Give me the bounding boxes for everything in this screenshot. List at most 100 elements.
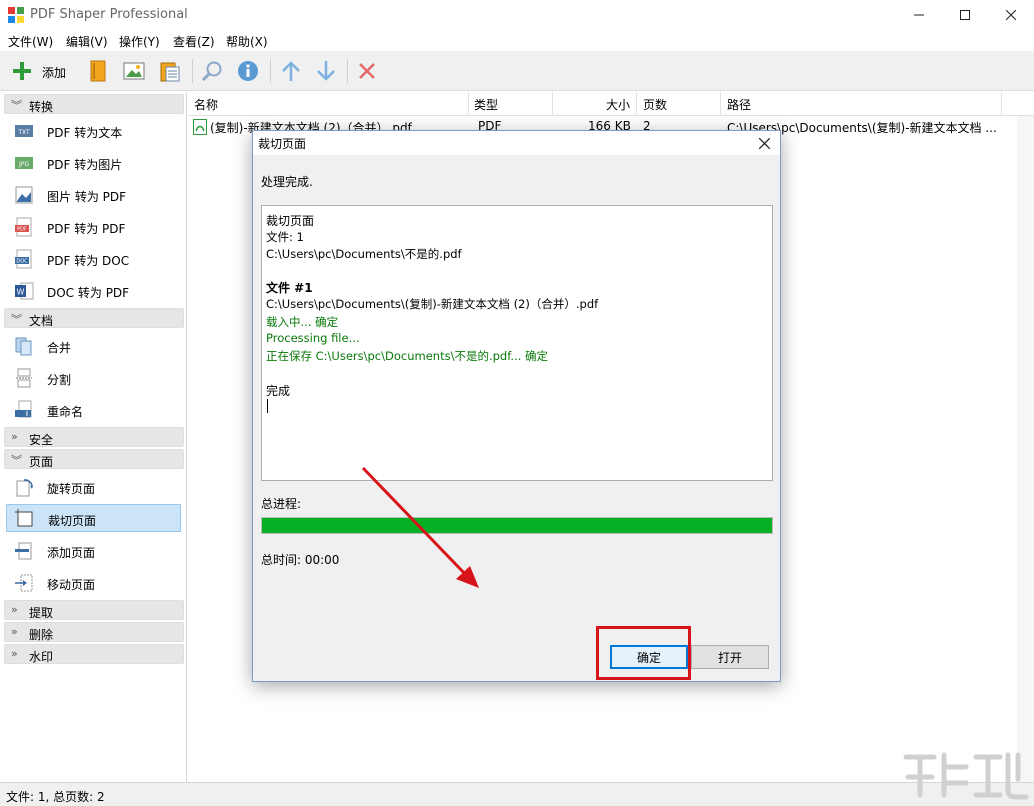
- sidebar-item-label: PDF 转为 PDF: [47, 222, 126, 236]
- chevron-down-icon: ︾: [11, 454, 22, 467]
- move-up-button[interactable]: [277, 57, 305, 85]
- section-watermark[interactable]: » 水印: [4, 644, 184, 664]
- maximize-icon: [960, 10, 970, 20]
- chevron-right-icon: »: [11, 603, 18, 616]
- open-button[interactable]: 打开: [691, 645, 769, 669]
- crop-pages-dialog: 裁切页面 处理完成. 裁切页面 文件: 1 C:\Users\pc\Docume…: [252, 130, 781, 682]
- sidebar-item-crop-pages[interactable]: 裁切页面: [6, 504, 181, 532]
- log-line: Processing file...: [266, 331, 360, 345]
- svg-text:W: W: [17, 288, 25, 297]
- pdf-file-icon: [193, 119, 207, 135]
- progress-bar: [261, 517, 773, 534]
- dialog-close-button[interactable]: [749, 131, 779, 155]
- log-output[interactable]: 裁切页面 文件: 1 C:\Users\pc\Documents\不是的.pdf…: [261, 205, 773, 481]
- section-document[interactable]: ︾ 文档: [4, 308, 184, 328]
- paste-button[interactable]: [156, 57, 184, 85]
- image-button[interactable]: [120, 57, 148, 85]
- sidebar-item-rename[interactable]: 重命名: [6, 396, 181, 424]
- log-line: 完成: [266, 384, 291, 398]
- section-security[interactable]: » 安全: [4, 427, 184, 447]
- add-button[interactable]: [8, 57, 36, 85]
- sidebar-item-pdf-to-doc[interactable]: DOC PDF 转为 DOC: [6, 245, 181, 273]
- column-header-size[interactable]: 大小: [606, 96, 630, 113]
- info-icon: [238, 61, 258, 81]
- sidebar: ︾ 转换 TXT PDF 转为文本 JPG PDF 转为图片 图片 转为 PDF…: [0, 92, 187, 782]
- log-line: 文件: 1: [266, 230, 304, 244]
- app-logo-icon: [8, 7, 24, 23]
- move-down-button[interactable]: [312, 57, 340, 85]
- move-page-icon: [15, 574, 33, 592]
- rotate-page-icon: [16, 479, 33, 497]
- merge-icon: [15, 337, 32, 356]
- menu-file[interactable]: 文件(W): [8, 33, 53, 50]
- add-page-icon: [15, 542, 32, 560]
- jpg-file-icon: JPG: [15, 157, 33, 169]
- annotation-arrow: [361, 466, 479, 588]
- column-divider[interactable]: [1001, 92, 1002, 116]
- log-line: C:\Users\pc\Documents\不是的.pdf: [266, 247, 462, 261]
- column-header-path[interactable]: 路径: [727, 96, 751, 113]
- menu-help[interactable]: 帮助(X): [226, 33, 268, 50]
- log-line: 裁切页面: [266, 214, 315, 228]
- sidebar-item-pdf-to-text[interactable]: TXT PDF 转为文本: [6, 117, 181, 145]
- minimize-icon: [914, 14, 924, 16]
- search-button[interactable]: [198, 57, 226, 85]
- menu-edit[interactable]: 编辑(V): [66, 33, 108, 50]
- delete-x-icon: [359, 63, 375, 79]
- section-extract[interactable]: » 提取: [4, 600, 184, 620]
- sidebar-item-split[interactable]: 分割: [6, 364, 181, 392]
- sidebar-item-label: 移动页面: [47, 578, 96, 592]
- menu-view[interactable]: 查看(Z): [173, 33, 215, 50]
- add-label[interactable]: 添加: [42, 64, 66, 81]
- remove-button[interactable]: [353, 57, 381, 85]
- sidebar-item-label: PDF 转为图片: [47, 158, 123, 172]
- sidebar-item-move-pages[interactable]: 移动页面: [6, 569, 181, 597]
- section-pages[interactable]: ︾ 页面: [4, 449, 184, 469]
- column-divider[interactable]: [468, 92, 469, 116]
- chevron-right-icon: »: [11, 430, 18, 443]
- minimize-button[interactable]: [896, 0, 942, 30]
- plus-icon: [13, 62, 31, 80]
- column-header-pages[interactable]: 页数: [643, 96, 667, 113]
- sidebar-item-merge[interactable]: 合并: [6, 332, 181, 360]
- clipboard-icon: [160, 62, 180, 82]
- chevron-right-icon: »: [11, 647, 18, 660]
- sidebar-item-image-to-pdf[interactable]: 图片 转为 PDF: [6, 181, 181, 209]
- toolbar-separator: [270, 59, 271, 83]
- status-bar: 文件: 1, 总页数: 2: [0, 782, 1034, 806]
- sidebar-item-label: 分割: [47, 373, 72, 387]
- column-divider[interactable]: [636, 92, 637, 116]
- sidebar-item-label: 合并: [47, 341, 72, 355]
- word-file-icon: W: [15, 282, 34, 300]
- image-file-icon: [15, 186, 33, 204]
- maximize-button[interactable]: [942, 0, 988, 30]
- arrow-up-icon: [282, 61, 300, 81]
- section-delete[interactable]: » 删除: [4, 622, 184, 642]
- pdf-file-icon: PDF: [15, 217, 32, 237]
- sidebar-item-add-pages[interactable]: 添加页面: [6, 537, 181, 565]
- open-folder-button[interactable]: [84, 57, 112, 85]
- sidebar-item-label: PDF 转为 DOC: [47, 254, 130, 268]
- menu-bar: 文件(W) 编辑(V) 操作(Y) 查看(Z) 帮助(X): [0, 30, 1034, 51]
- toolbar-separator: [192, 59, 193, 83]
- vertical-scrollbar[interactable]: [1017, 116, 1034, 782]
- menu-action[interactable]: 操作(Y): [119, 33, 160, 50]
- window-title: PDF Shaper Professional: [30, 7, 188, 22]
- info-button[interactable]: [234, 57, 262, 85]
- sidebar-item-pdf-to-pdf[interactable]: PDF PDF 转为 PDF: [6, 213, 181, 241]
- column-header-type[interactable]: 类型: [474, 96, 498, 113]
- column-header-name[interactable]: 名称: [194, 96, 218, 113]
- section-convert[interactable]: ︾ 转换: [4, 94, 184, 114]
- column-divider[interactable]: [552, 92, 553, 116]
- total-time: 总时间: 00:00: [261, 553, 340, 567]
- file-list-header: 名称 类型 大小 页数 路径: [188, 92, 1034, 116]
- book-icon: [90, 60, 106, 82]
- sidebar-item-pdf-to-image[interactable]: JPG PDF 转为图片: [6, 149, 181, 177]
- log-line: 正在保存 C:\Users\pc\Documents\不是的.pdf... 确定: [266, 349, 549, 363]
- close-button[interactable]: [988, 0, 1034, 30]
- sidebar-item-doc-to-pdf[interactable]: W DOC 转为 PDF: [6, 277, 181, 305]
- title-bar: PDF Shaper Professional: [0, 0, 1034, 30]
- close-icon: [1006, 10, 1016, 20]
- column-divider[interactable]: [720, 92, 721, 116]
- sidebar-item-rotate-pages[interactable]: 旋转页面: [6, 473, 181, 501]
